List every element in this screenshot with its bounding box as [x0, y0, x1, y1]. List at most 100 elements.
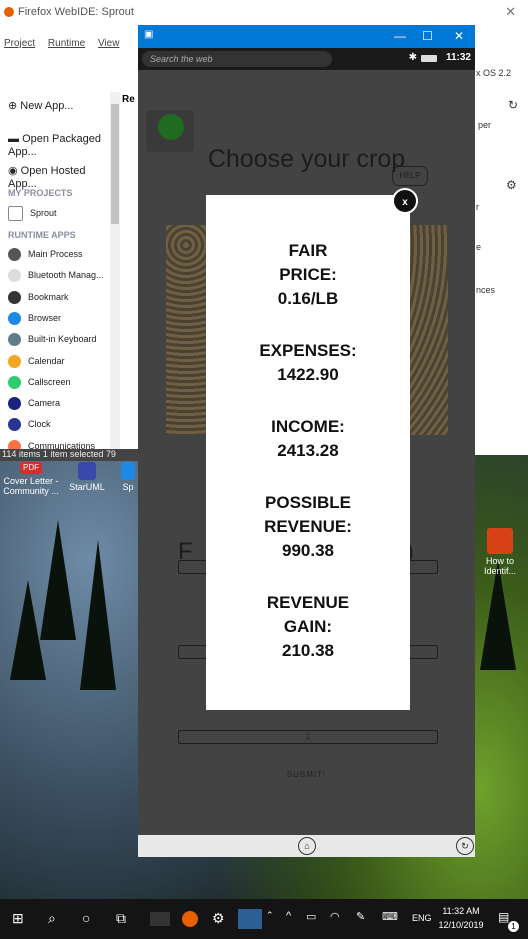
simulator-taskbar-icon[interactable] — [238, 909, 262, 929]
status-text: 114 items 1 item selected 79 — [2, 449, 116, 459]
runtime-app-item[interactable]: Main Process — [8, 248, 83, 261]
runtime-app-item[interactable]: Bluetooth Manag... — [8, 269, 104, 283]
webide-sidebar: ⊕ New App... ▬ Open Packaged App... ◉ Op… — [0, 90, 114, 453]
system-clock[interactable]: 11:32 AM 12/10/2019 — [434, 904, 488, 932]
panel-fragment: nces — [476, 285, 496, 295]
pen-icon[interactable]: ✎ — [356, 910, 365, 923]
sidebar-scrollbar[interactable] — [110, 92, 120, 452]
expenses-stat: EXPENSES: 1422.90 — [206, 339, 410, 387]
stat-value: 0.16/LB — [277, 289, 339, 308]
plus-icon: ⊕ — [8, 100, 18, 112]
page-title: Choose your crop — [207, 145, 406, 173]
app-icon — [8, 311, 21, 325]
device-status-bar: Search the web ✱ 11:32 — [138, 48, 475, 70]
runtime-app-item[interactable]: Bookmark — [8, 290, 69, 304]
webide-menubar: Project Runtime View — [0, 38, 140, 54]
close-icon[interactable]: ✕ — [454, 29, 464, 43]
gear-icon[interactable]: ⚙ — [212, 910, 225, 927]
panel-fragment: per — [478, 120, 492, 130]
clock-time: 11:32 AM — [442, 906, 480, 916]
revenue-gain-stat: REVENUE GAIN: 210.38 — [206, 591, 410, 663]
device-nav-bar: ⌂ ↻ — [138, 835, 475, 857]
close-icon[interactable]: ✕ — [505, 4, 516, 20]
tree-silhouette — [80, 540, 116, 690]
my-projects-header: MY PROJECTS — [8, 188, 73, 198]
firefox-icon[interactable] — [182, 911, 198, 927]
panel-fragment: e — [476, 242, 482, 252]
language-indicator[interactable]: ENG — [412, 913, 432, 923]
project-label: Sprout — [30, 207, 57, 218]
menu-view[interactable]: View — [98, 38, 120, 49]
possible-revenue-stat: POSSIBLE REVENUE: 990.38 — [206, 491, 410, 563]
stat-label: POSSIBLE REVENUE: — [264, 493, 352, 536]
stat-label: REVENUE GAIN: — [266, 593, 350, 636]
windows-taskbar: ⊞ ⌕ ○ ⧉ ⚙ ⌃ ^ ▭ ◠ ✎ ⌨ ENG 11:32 AM 12/10… — [0, 899, 528, 939]
desktop-icon-how-to[interactable]: How to Identif... — [474, 528, 526, 576]
search-input[interactable]: Search the web — [142, 51, 332, 67]
menu-runtime[interactable]: Runtime — [48, 38, 85, 49]
chevron-up-icon[interactable]: ⌃ — [266, 910, 274, 921]
maximize-icon[interactable]: ☐ — [422, 29, 433, 43]
wifi-icon[interactable]: ◠ — [330, 910, 340, 923]
stat-label: EXPENSES: — [259, 341, 357, 360]
runtime-app-item[interactable]: Camera — [8, 397, 61, 411]
window-icon: ▣ — [144, 29, 154, 40]
minimize-icon[interactable]: — — [394, 29, 406, 43]
open-hosted-app-button[interactable]: ◉ Open Hosted App... — [8, 152, 86, 191]
task-view-icon[interactable]: ⧉ — [116, 910, 126, 927]
keyboard-icon[interactable]: ⌨ — [382, 910, 398, 923]
clock-date: 12/10/2019 — [438, 920, 484, 930]
powerpoint-icon — [487, 528, 513, 554]
device-clock: 11:32 — [445, 52, 471, 63]
app-icon — [8, 354, 21, 368]
search-icon[interactable]: ⌕ — [48, 910, 56, 927]
app-icon — [8, 248, 21, 261]
runtime-app-label: Bluetooth Manag... — [28, 270, 104, 281]
menu-project[interactable]: Project — [4, 38, 35, 49]
tree-silhouette — [10, 580, 46, 680]
chevron-up-icon[interactable]: ^ — [286, 910, 291, 922]
runtime-app-label: Main Process — [28, 248, 83, 259]
runtime-app-label: Bookmark — [28, 291, 69, 302]
terminal-icon[interactable] — [150, 912, 170, 926]
runtime-app-label: Calendar — [28, 355, 65, 366]
gear-icon[interactable]: ⚙ — [506, 178, 517, 192]
submit-button[interactable]: SUBMIT! — [138, 770, 475, 779]
new-app-button[interactable]: ⊕ New App... — [8, 100, 73, 113]
modal-close-button[interactable]: x — [392, 188, 418, 214]
runtime-app-item[interactable]: Calendar — [8, 354, 65, 368]
refresh-icon[interactable]: ↻ — [508, 98, 518, 112]
runtime-apps-header: RUNTIME APPS — [8, 230, 76, 240]
project-sprout[interactable]: Sprout — [8, 206, 57, 221]
app-icon — [8, 375, 21, 389]
runtime-app-item[interactable]: Built-in Keyboard — [8, 333, 97, 347]
scrollbar-thumb[interactable] — [111, 104, 119, 224]
open-hosted-label: Open Hosted App... — [8, 165, 86, 190]
quantity-field[interactable]: 1 — [178, 730, 438, 744]
income-stat: INCOME: 2413.28 — [206, 415, 410, 463]
simulator-titlebar: ▣ — ☐ ✕ — [138, 25, 475, 48]
tab-fragment[interactable]: Re — [122, 94, 138, 105]
home-button-icon[interactable]: ⌂ — [298, 837, 316, 855]
results-modal: FAIR PRICE: 0.16/LB EXPENSES: 1422.90 IN… — [206, 195, 410, 710]
desktop-icon-label: How to Identif... — [483, 556, 517, 576]
notification-icon[interactable]: ▤ — [498, 910, 509, 924]
stat-value: 1422.90 — [277, 365, 339, 384]
runtime-app-label: Camera — [28, 397, 61, 408]
firefox-icon — [4, 7, 14, 17]
runtime-app-label: Clock — [28, 419, 51, 430]
desktop-icon-label: Cover Letter - Community ... — [3, 476, 59, 496]
runtime-app-item[interactable]: Browser — [8, 311, 61, 325]
runtime-app-item[interactable]: Callscreen — [8, 375, 71, 389]
app-icon — [8, 290, 21, 304]
cortana-icon[interactable]: ○ — [82, 910, 90, 926]
webide-title: Firefox WebIDE: Sprout — [18, 6, 134, 18]
desktop-icon-cover-letter[interactable]: PDF Cover Letter - Community ... — [0, 462, 62, 496]
globe-icon: ◉ — [8, 165, 18, 177]
rotate-icon[interactable]: ↻ — [456, 837, 474, 855]
battery-icon[interactable]: ▭ — [306, 910, 316, 923]
sprout-icon — [158, 114, 184, 140]
windows-start-icon[interactable]: ⊞ — [12, 910, 24, 927]
runtime-app-item[interactable]: Clock — [8, 418, 51, 432]
project-icon — [8, 206, 23, 221]
